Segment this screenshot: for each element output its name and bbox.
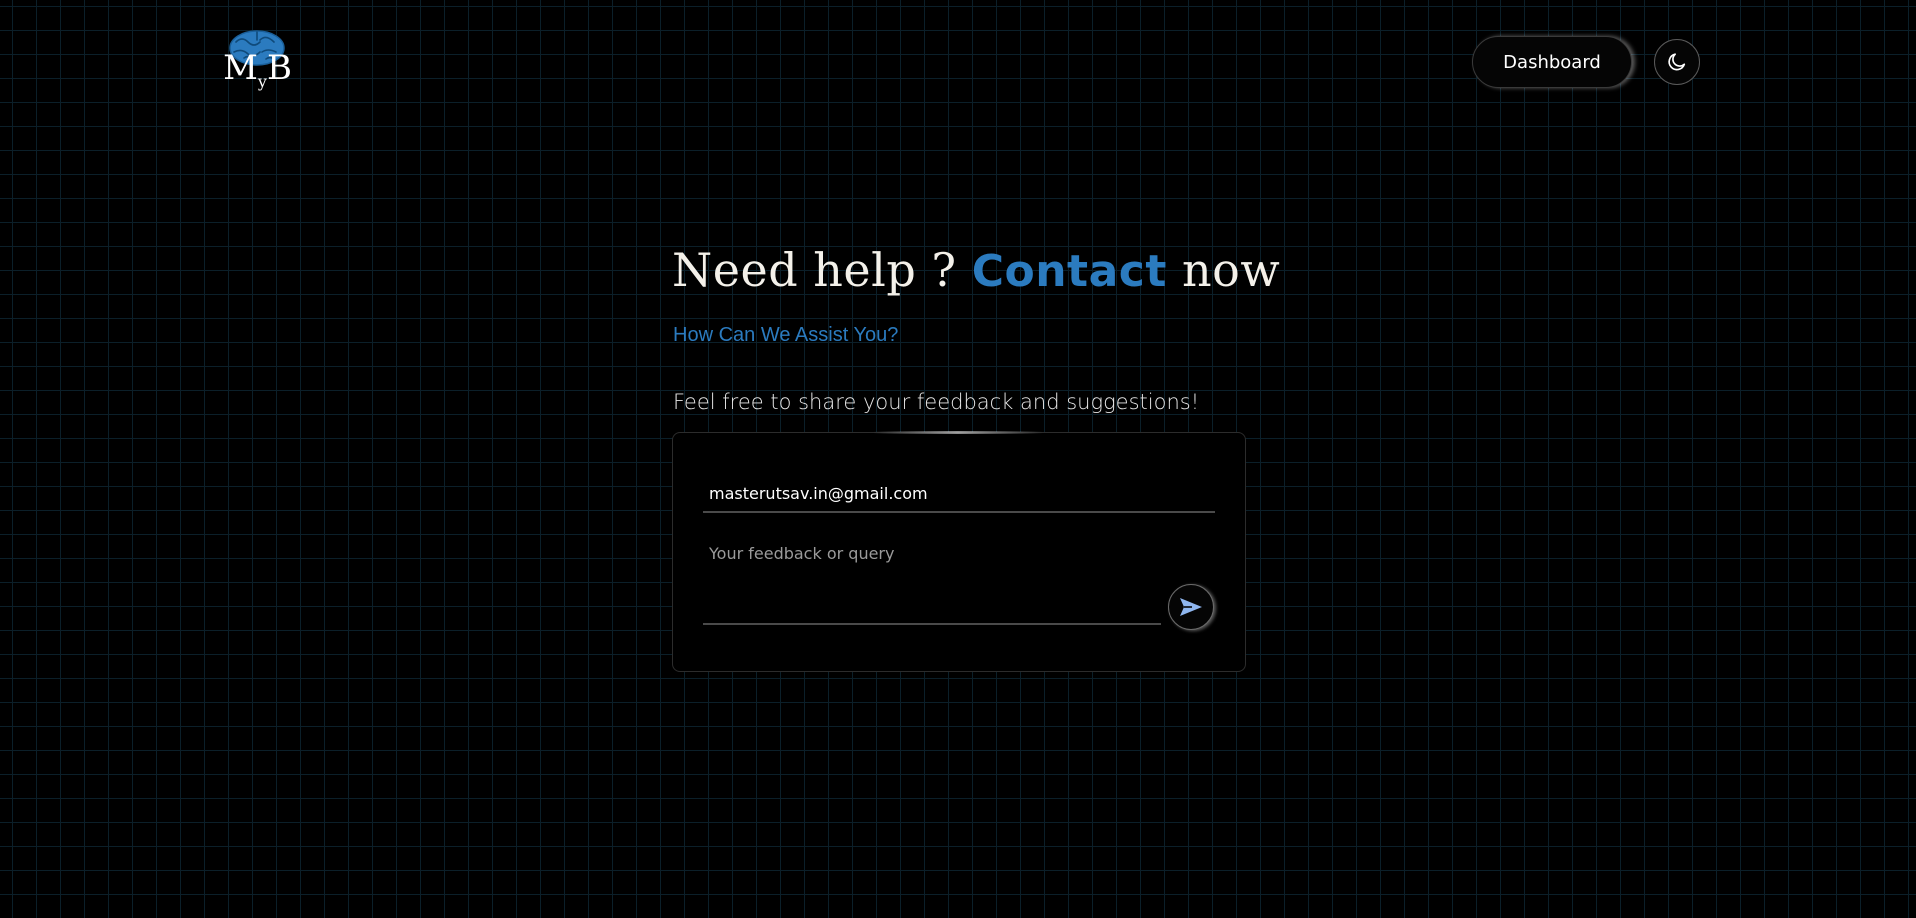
dashboard-button[interactable]: Dashboard — [1472, 36, 1632, 88]
feedback-input[interactable] — [703, 543, 1161, 625]
send-button[interactable] — [1168, 584, 1214, 630]
subheading: How Can We Assist You? — [673, 324, 899, 346]
page-title: Need help ? Contact now — [672, 243, 1281, 297]
logo[interactable]: MyB — [220, 26, 294, 91]
heading-accent: Contact — [971, 246, 1167, 297]
moon-icon — [1668, 53, 1686, 71]
theme-toggle-button[interactable] — [1654, 39, 1700, 85]
send-icon — [1180, 598, 1202, 616]
card-glow — [873, 431, 1043, 434]
dashboard-label: Dashboard — [1503, 51, 1601, 73]
contact-form-card — [672, 431, 1246, 672]
email-field[interactable] — [703, 475, 1215, 513]
intro-text: Feel free to share your feedback and sug… — [673, 390, 1200, 414]
logo-text: MyB — [223, 48, 292, 91]
